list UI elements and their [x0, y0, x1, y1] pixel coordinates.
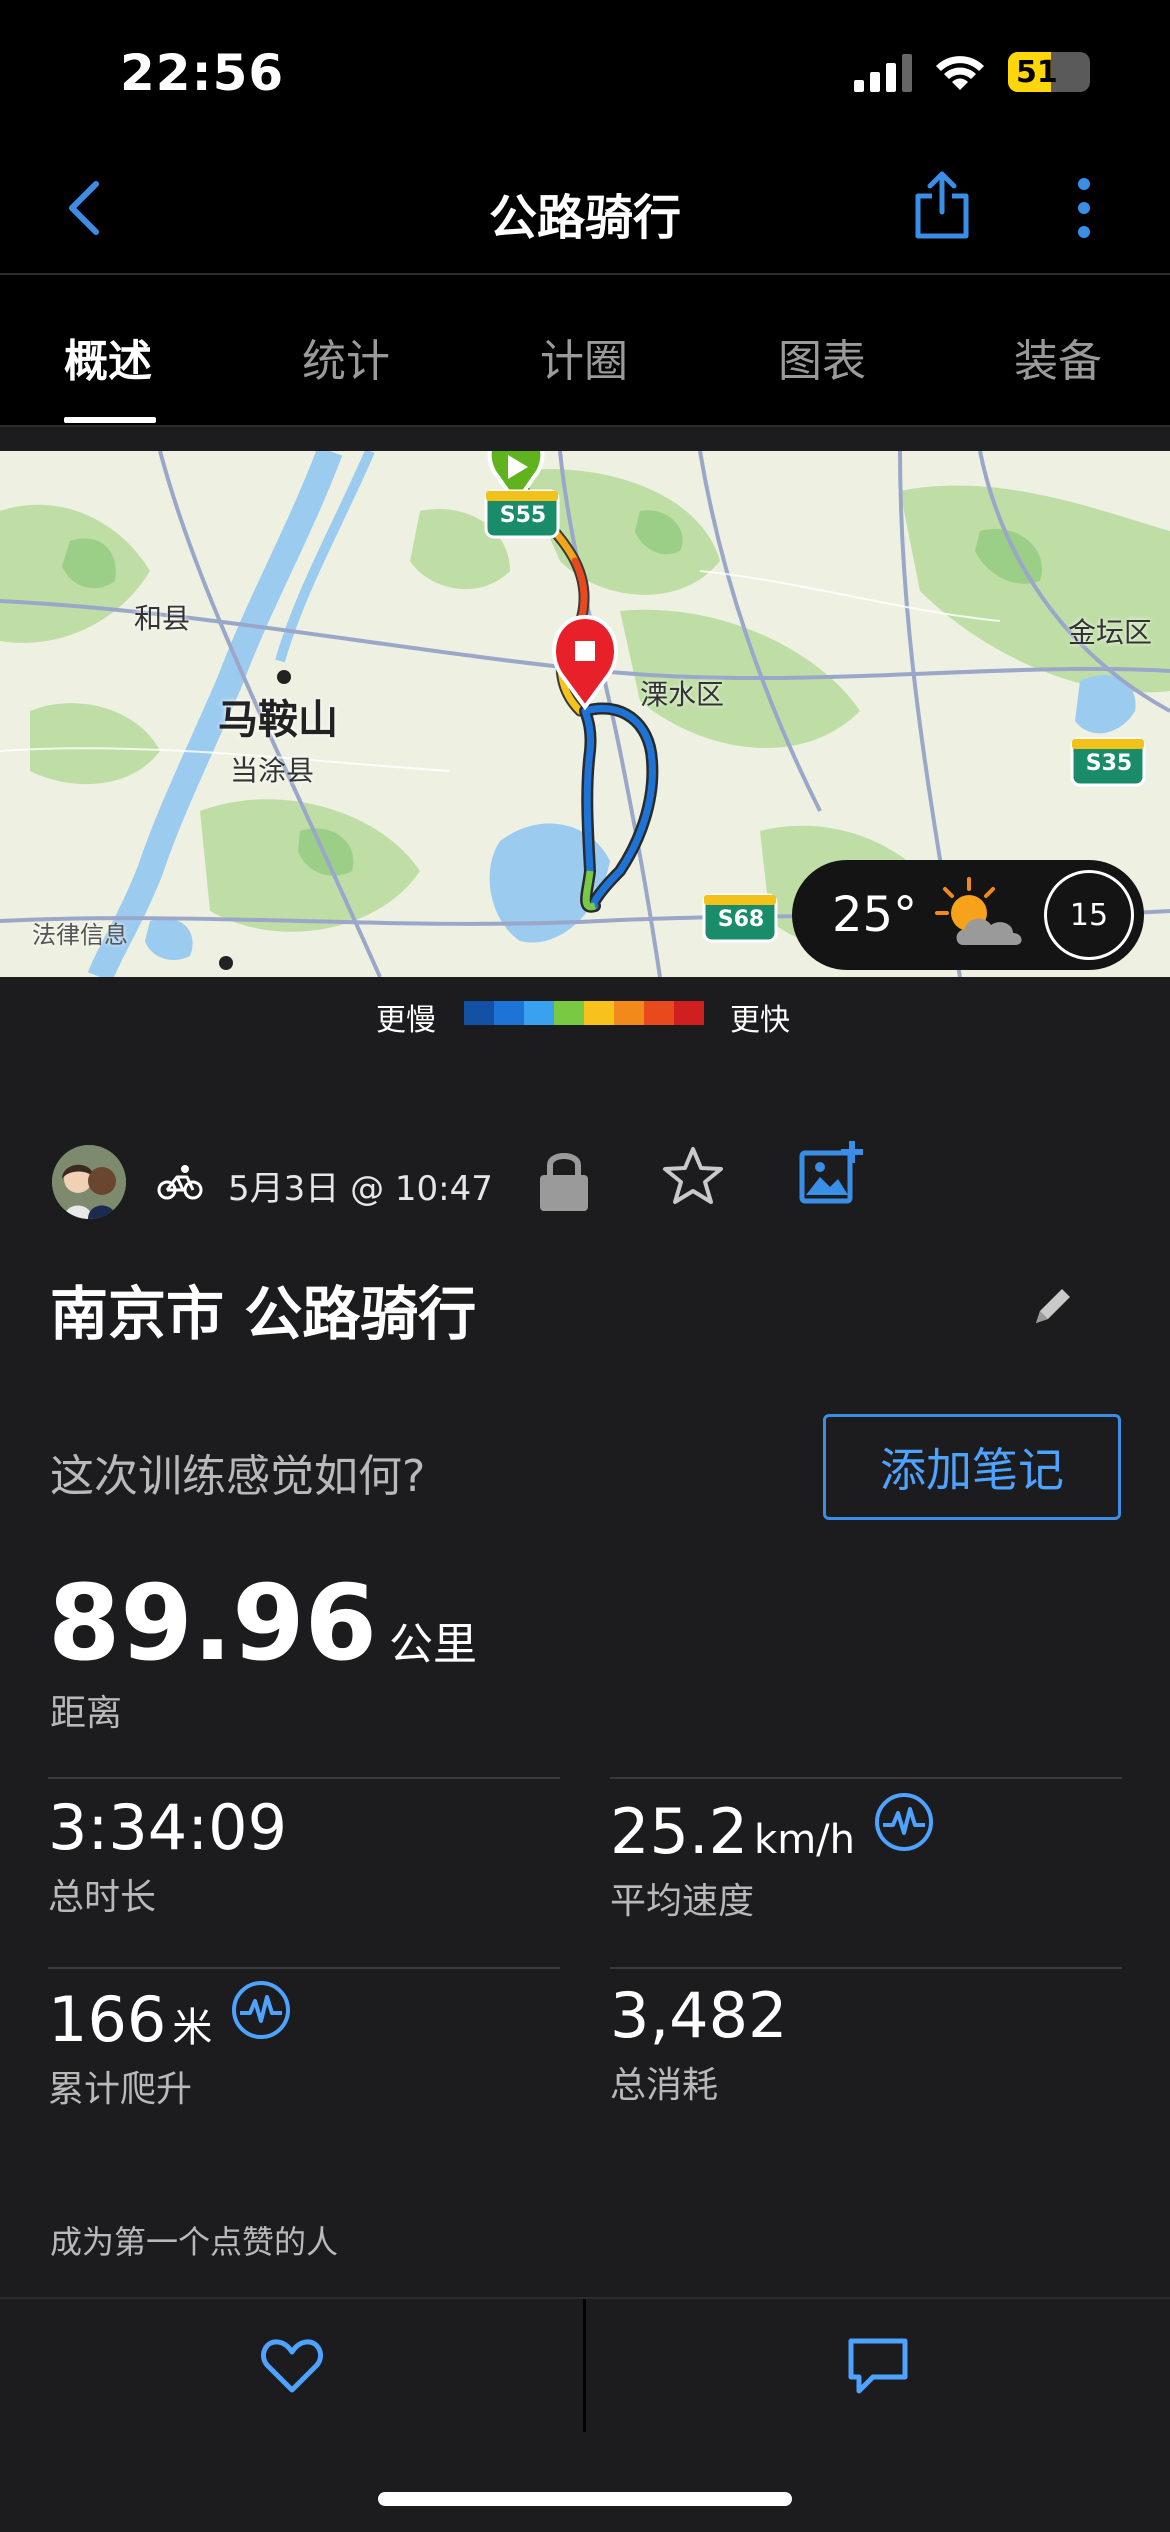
comment-icon	[848, 2338, 907, 2393]
map-label-maanshan: 马鞍山	[218, 697, 338, 743]
legend-slow-label: 更慢	[376, 1003, 436, 1038]
performance-info-icon[interactable]	[873, 1791, 935, 1853]
status-bar: 22:56 51	[0, 0, 1170, 140]
divider	[610, 1967, 1122, 1969]
battery-level: 51	[1016, 54, 1058, 90]
tab-laps[interactable]: 计圈	[540, 325, 628, 389]
elevation-label: 累计爬升	[48, 2069, 193, 2110]
heart-icon	[260, 2338, 323, 2392]
elevation-unit: 米	[172, 2005, 213, 2051]
stat-avg-speed: 25.2 km/h 平均速度	[610, 1791, 935, 1924]
duration-value: 3:34:09	[48, 1791, 288, 1864]
activity-meta-row: 5月3日 @ 10:47	[52, 1141, 1132, 1225]
divider	[610, 1777, 1122, 1779]
divider	[48, 1777, 560, 1779]
add-note-button[interactable]: 添加笔记	[823, 1414, 1121, 1520]
feel-prompt: 这次训练感觉如何?	[50, 1451, 426, 1502]
map-label-hexian: 和县	[134, 602, 191, 635]
distance-label: 距离	[50, 1693, 123, 1734]
wind-speed: 15	[1069, 897, 1109, 933]
road-badge-s35: S35	[1085, 751, 1133, 776]
tab-gear[interactable]: 装备	[1014, 325, 1102, 389]
partly-cloudy-icon	[935, 877, 1022, 945]
lock-icon[interactable]	[536, 1147, 592, 1213]
activity-title: 南京市 公路骑行	[50, 1280, 477, 1348]
cycling-icon	[157, 1165, 203, 1200]
status-icons: 51	[854, 52, 1090, 92]
duration-label: 总时长	[48, 1877, 157, 1918]
stat-duration: 3:34:09 总时长	[48, 1791, 287, 1920]
speed-color-segment	[464, 1001, 494, 1025]
wind-indicator: 15	[1044, 870, 1134, 960]
more-options-icon[interactable]	[1064, 174, 1104, 244]
calories-value: 3,482	[610, 1979, 788, 2052]
speed-legend: 更慢 更快	[0, 977, 1170, 1047]
speed-color-segment	[524, 1001, 554, 1025]
speed-color-segment	[644, 1001, 674, 1025]
weather-temperature: 25°	[832, 887, 918, 943]
speed-color-segment	[584, 1001, 614, 1025]
status-time: 22:56	[120, 44, 285, 102]
activity-date: 5月3日 @ 10:47	[228, 1169, 493, 1209]
tab-bar: 概述 统计 计圈 图表 装备	[0, 277, 1170, 427]
home-indicator-area	[0, 2432, 1170, 2532]
map-label-dangtu: 当涂县	[230, 754, 315, 787]
bottom-action-bar	[0, 2297, 1170, 2432]
activity-summary: 5月3日 @ 10:47 南京市 公路骑行 这次训练感觉如何? 添加笔记 89.…	[0, 1047, 1170, 2297]
avg-speed-value: 25.2	[610, 1795, 749, 1868]
share-icon[interactable]	[910, 170, 974, 240]
avatar[interactable]	[52, 1145, 126, 1219]
like-button[interactable]	[0, 2299, 583, 2432]
avg-speed-label: 平均速度	[610, 1881, 755, 1922]
map-legal-link[interactable]: 法律信息	[32, 915, 128, 950]
tab-charts[interactable]: 图表	[778, 325, 866, 389]
speed-color-segment	[614, 1001, 644, 1025]
avg-speed-unit: km/h	[754, 1817, 856, 1863]
wifi-icon	[936, 56, 984, 90]
tab-overview[interactable]: 概述	[64, 325, 152, 389]
speed-color-segment	[674, 1001, 704, 1025]
speed-color-segment	[554, 1001, 584, 1025]
road-badge-s55: S55	[499, 503, 547, 528]
add-photo-icon[interactable]	[798, 1137, 864, 1207]
signal-icon	[854, 54, 912, 92]
distance-value-row: 89.96 公里	[48, 1562, 477, 1684]
performance-info-icon[interactable]	[230, 1979, 292, 2041]
stat-elevation: 166 米 累计爬升	[48, 1979, 292, 2112]
home-indicator[interactable]	[378, 2492, 792, 2506]
page-title: 公路骑行	[488, 190, 681, 246]
divider	[48, 1967, 560, 1969]
map-label-lishui: 溧水区	[640, 678, 725, 711]
road-badge-s68: S68	[717, 907, 765, 932]
comment-button[interactable]	[586, 2299, 1169, 2432]
spacer	[0, 427, 1170, 451]
likes-text: 成为第一个点赞的人	[50, 2223, 339, 2261]
speed-color-segment	[494, 1001, 524, 1025]
map-label-jintan: 金坛区	[1068, 616, 1153, 649]
tab-stats[interactable]: 统计	[302, 325, 390, 389]
favorite-star-icon[interactable]	[662, 1145, 724, 1207]
elevation-value: 166	[48, 1983, 167, 2056]
legend-fast-label: 更快	[730, 1003, 790, 1038]
active-tab-indicator	[64, 417, 156, 423]
distance-unit: 公里	[388, 1619, 477, 1670]
weather-badge[interactable]: 25° 15	[792, 860, 1144, 970]
edit-pencil-icon[interactable]	[1030, 1283, 1076, 1329]
nav-bar: 公路骑行	[0, 140, 1170, 275]
calories-label: 总消耗	[610, 2065, 719, 2106]
speed-gradient-bar	[464, 1001, 704, 1025]
distance-value: 89.96	[48, 1562, 377, 1684]
stat-calories: 3,482 总消耗	[610, 1979, 788, 2108]
avatar-image	[52, 1145, 126, 1219]
battery-icon: 51	[1008, 52, 1090, 92]
